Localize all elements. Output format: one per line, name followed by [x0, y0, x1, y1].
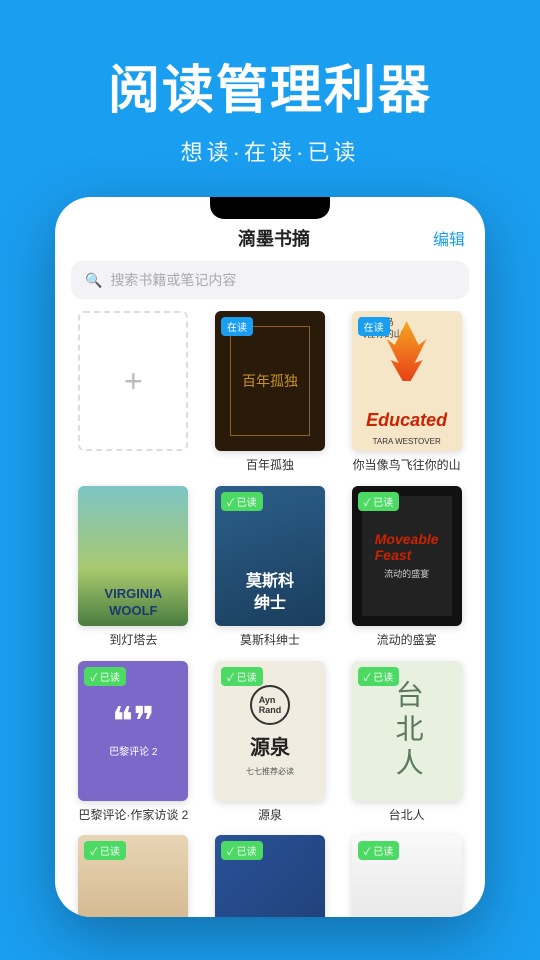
status-badge-moscow: ✓ 已读 — [221, 492, 263, 511]
add-book-item[interactable]: + — [71, 311, 196, 474]
book-cover-wrapper-bottom2: ✓ 已读 — [215, 835, 325, 917]
book-label-lighthouse: 到灯塔去 — [109, 632, 157, 649]
status-badge-feast: ✓ 已读 — [358, 492, 400, 511]
search-placeholder: 搜索书籍或笔记内容 — [110, 270, 236, 290]
book-cover-wrapper-bainian: 百年孤独 在读 — [215, 311, 325, 451]
book-label-taipei: 台北人 — [389, 807, 425, 824]
status-badge-bottom1: ✓ 已读 — [84, 841, 126, 860]
book-feast[interactable]: MoveableFeast 流动的盛宴 ✓ 已读 流动的盛宴 — [344, 486, 469, 649]
status-badge-bottom3: ✓ 已读 — [358, 841, 400, 860]
book-bainian[interactable]: 百年孤独 在读 百年孤独 — [208, 311, 333, 474]
book-label-bainian: 百年孤独 — [246, 457, 294, 474]
book-grid: + 百年孤独 在读 百年孤独 你当像鸟飞往你的山 Ed — [55, 311, 485, 917]
status-badge-educated: 在读 — [358, 317, 390, 336]
book-label-feast: 流动的盛宴 — [377, 632, 437, 649]
book-bottom3[interactable]: ✓ 已读 — [344, 835, 469, 917]
book-label-moscow: 莫斯科绅士 — [240, 632, 300, 649]
book-cover-wrapper-bottom3: ✓ 已读 — [352, 835, 462, 917]
feast-text: MoveableFeast — [375, 531, 439, 563]
search-icon: 🔍 — [85, 272, 102, 289]
status-badge-taipei: ✓ 已读 — [358, 667, 400, 686]
status-badge-source: ✓ 已读 — [221, 667, 263, 686]
book-cover-wrapper-paris: ❝❞ 巴黎评论 2 ✓ 已读 — [78, 661, 188, 801]
book-moscow[interactable]: 莫斯科绅士 ✓ 已读 莫斯科绅士 — [208, 486, 333, 649]
source-subtitle: 七七推荐必读 — [246, 766, 294, 777]
book-bottom1[interactable]: ✓ 已读 — [71, 835, 196, 917]
educated-text: Educated — [366, 410, 447, 431]
book-cover-lighthouse: VIRGINIAWOOLF — [78, 486, 188, 626]
app-title: 滴墨书摘 — [115, 225, 433, 251]
educated-subtitle: TARA WESTOVER — [373, 437, 441, 446]
status-badge-paris: ✓ 已读 — [84, 667, 126, 686]
moscow-text: 莫斯科绅士 — [246, 571, 294, 616]
book-cover-wrapper-lighthouse: VIRGINIAWOOLF — [78, 486, 188, 626]
book-cover-wrapper-feast: MoveableFeast 流动的盛宴 ✓ 已读 — [352, 486, 462, 626]
phone-container: 滴墨书摘 编辑 🔍 搜索书籍或笔记内容 + 百年孤独 在读 百 — [55, 197, 485, 917]
book-label-educated: 你当像鸟飞往你的山 — [353, 457, 461, 474]
edit-button[interactable]: 编辑 — [433, 226, 465, 250]
add-icon: + — [124, 363, 143, 400]
taipei-text: 台北人 — [387, 680, 427, 782]
lighthouse-text: VIRGINIAWOOLF — [104, 586, 162, 620]
status-badge-bottom2: ✓ 已读 — [221, 841, 263, 860]
paris-text: 巴黎评论 2 — [109, 746, 157, 760]
feast-inner: MoveableFeast 流动的盛宴 — [362, 496, 452, 616]
bainian-inner: 百年孤独 — [230, 326, 310, 436]
book-lighthouse[interactable]: VIRGINIAWOOLF 到灯塔去 — [71, 486, 196, 649]
book-label-source: 源泉 — [258, 807, 282, 824]
book-cover-wrapper-source: AynRand 源泉 七七推荐必读 ✓ 已读 — [215, 661, 325, 801]
book-cover-wrapper-bottom1: ✓ 已读 — [78, 835, 188, 917]
book-educated[interactable]: 你当像鸟飞往你的山 Educated TARA WESTOVER 在读 你当像鸟… — [344, 311, 469, 474]
search-bar[interactable]: 🔍 搜索书籍或笔记内容 — [71, 261, 469, 299]
paris-quote: ❝❞ — [112, 702, 155, 742]
bainian-text: 百年孤独 — [242, 370, 298, 392]
hero-subtitle: 想读·在读·已读 — [181, 135, 360, 167]
feast-sub: 流动的盛宴 — [384, 567, 429, 580]
add-book-button[interactable]: + — [78, 311, 188, 451]
book-cover-wrapper-taipei: 台北人 ✓ 已读 — [352, 661, 462, 801]
status-badge-bainian: 在读 — [221, 317, 253, 336]
book-cover-wrapper-educated: 你当像鸟飞往你的山 Educated TARA WESTOVER 在读 — [352, 311, 462, 451]
book-bottom2[interactable]: ✓ 已读 — [208, 835, 333, 917]
source-circle: AynRand — [250, 685, 290, 725]
book-cover-wrapper-moscow: 莫斯科绅士 ✓ 已读 — [215, 486, 325, 626]
hero-section: 阅读管理利器 想读·在读·已读 — [0, 0, 540, 197]
book-paris[interactable]: ❝❞ 巴黎评论 2 ✓ 已读 巴黎评论·作家访谈 2 — [71, 661, 196, 824]
book-label-paris: 巴黎评论·作家访谈 2 — [78, 807, 188, 824]
book-taipei[interactable]: 台北人 ✓ 已读 台北人 — [344, 661, 469, 824]
phone-notch — [210, 197, 330, 219]
hero-title: 阅读管理利器 — [108, 48, 432, 123]
source-title: 源泉 — [250, 731, 290, 760]
book-source[interactable]: AynRand 源泉 七七推荐必读 ✓ 已读 源泉 — [208, 661, 333, 824]
